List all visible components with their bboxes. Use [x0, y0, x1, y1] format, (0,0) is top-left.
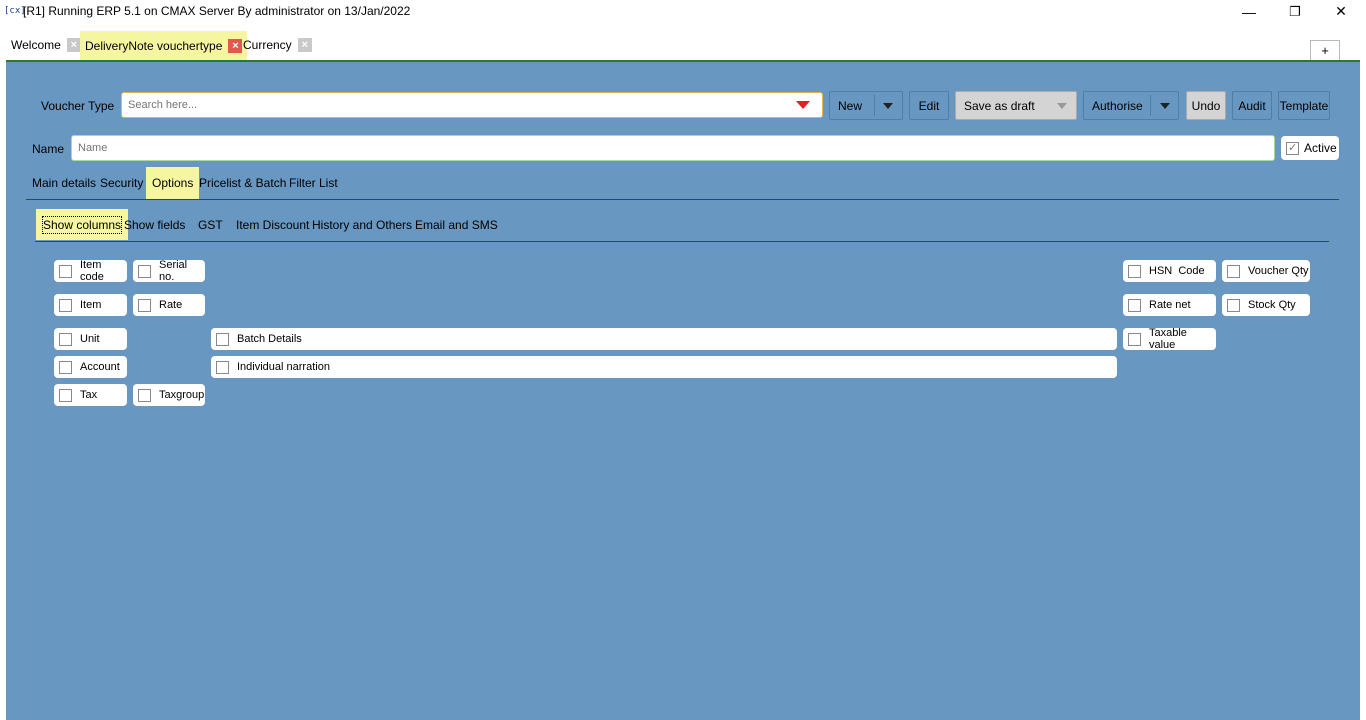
item-checkbox[interactable]: Item [54, 294, 127, 316]
tax-checkbox[interactable]: Tax [54, 384, 127, 406]
voucher-type-search-input[interactable] [121, 92, 823, 118]
title-bar: [cx] [R1] Running ERP 5.1 on CMAX Server… [0, 0, 1366, 23]
main-tabs-divider [26, 199, 1339, 200]
checkbox-label: Item code [80, 259, 104, 283]
dropdown-arrow-icon[interactable] [796, 101, 810, 109]
checkbox-icon[interactable] [138, 298, 151, 312]
item-code-checkbox[interactable]: Item code [54, 259, 127, 283]
rate-checkbox[interactable]: Rate [133, 294, 205, 316]
new-button-label: New [838, 98, 863, 113]
individual-narration-checkbox[interactable]: Individual narration [211, 356, 1117, 378]
checkbox-label: Taxable value [1149, 327, 1187, 351]
edit-button[interactable]: Edit [909, 91, 949, 120]
checkbox-label: Account [80, 361, 120, 373]
tab-gst[interactable]: GST [192, 209, 229, 240]
checkbox-icon[interactable] [59, 298, 72, 312]
checkbox-icon[interactable] [1227, 298, 1240, 312]
chevron-down-icon[interactable] [883, 103, 893, 109]
main-panel: Voucher Type New Edit Save as draft Auth… [6, 62, 1360, 720]
name-input[interactable] [71, 135, 1275, 161]
doc-tab-currency[interactable]: Currency × [238, 33, 317, 57]
checkbox-icon[interactable] [1286, 141, 1299, 155]
checkbox-label: Voucher Qty [1248, 265, 1309, 277]
taxgroup-checkbox[interactable]: Taxgroup [133, 384, 205, 406]
checkbox-label: Tax [80, 389, 98, 401]
voucher-type-label: Voucher Type [41, 99, 115, 113]
new-button[interactable]: New [829, 91, 903, 120]
active-checkbox[interactable]: Active [1281, 136, 1339, 160]
checkbox-label: Taxgroup [159, 389, 205, 401]
doc-tab-label: Welcome [11, 38, 61, 52]
hsn-code-checkbox[interactable]: HSN Code [1123, 260, 1216, 282]
doc-tab-deliverynote-vouchertype[interactable]: DeliveryNote vouchertype × [80, 31, 248, 60]
save-as-draft-button[interactable]: Save as draft [955, 91, 1077, 120]
document-tab-bar: Welcome × DeliveryNote vouchertype × Cur… [0, 23, 1366, 61]
doc-tab-welcome[interactable]: Welcome × [6, 33, 86, 57]
window-title: [R1] Running ERP 5.1 on CMAX Server By a… [23, 4, 411, 18]
add-tab-button[interactable]: + [1310, 40, 1340, 61]
checkbox-icon[interactable] [138, 388, 151, 402]
checkbox-icon[interactable] [1128, 298, 1141, 312]
tab-item-discount[interactable]: Item Discount [230, 209, 315, 240]
chevron-down-icon[interactable] [1057, 103, 1067, 109]
audit-button[interactable]: Audit [1232, 91, 1272, 120]
voucher-qty-checkbox[interactable]: Voucher Qty [1222, 260, 1310, 282]
active-label: Active [1304, 141, 1337, 155]
restore-icon[interactable]: ❐ [1272, 0, 1318, 23]
rate-net-checkbox[interactable]: Rate net [1123, 294, 1216, 316]
checkbox-icon[interactable] [59, 360, 72, 374]
tab-security[interactable]: Security [94, 167, 149, 199]
tab-email-and-sms[interactable]: Email and SMS [409, 209, 504, 240]
split-divider [874, 95, 875, 116]
tab-main-details[interactable]: Main details [26, 167, 102, 199]
tab-show-columns[interactable]: Show columns [36, 209, 129, 240]
close-window-icon[interactable]: ✕ [1318, 0, 1364, 23]
undo-button[interactable]: Undo [1186, 91, 1226, 120]
checkbox-icon[interactable] [1227, 264, 1240, 278]
sub-tabs-divider [35, 241, 1329, 242]
checkbox-label: Item [80, 299, 102, 311]
checkbox-label: Batch Details [237, 333, 302, 345]
tab-show-columns-label: Show columns [42, 215, 123, 234]
close-tab-icon[interactable]: × [297, 38, 312, 52]
checkbox-icon[interactable] [138, 264, 151, 278]
checkbox-label: Stock Qty [1248, 299, 1296, 311]
template-button[interactable]: Template [1278, 91, 1330, 120]
save-as-draft-label: Save as draft [964, 98, 1035, 113]
taxable-value-checkbox[interactable]: Taxable value [1123, 327, 1216, 351]
tab-pricelist-batch[interactable]: Pricelist & Batch [193, 167, 292, 199]
checkbox-label: Unit [80, 333, 100, 345]
doc-tab-label: DeliveryNote vouchertype [85, 38, 223, 53]
name-label: Name [32, 142, 65, 156]
checkbox-label: Rate net [1149, 299, 1191, 311]
tab-show-fields[interactable]: Show fields [118, 209, 191, 240]
tab-history-and-others[interactable]: History and Others [306, 209, 418, 240]
checkbox-icon[interactable] [59, 332, 72, 346]
checkbox-icon[interactable] [59, 388, 72, 402]
account-checkbox[interactable]: Account [54, 356, 127, 378]
checkbox-icon[interactable] [216, 360, 229, 374]
checkbox-icon[interactable] [1128, 332, 1141, 346]
checkbox-icon[interactable] [216, 332, 229, 346]
authorise-label: Authorise [1092, 98, 1143, 113]
serial-no-checkbox[interactable]: Serial no. [133, 259, 205, 283]
checkbox-icon[interactable] [1128, 264, 1141, 278]
tab-options[interactable]: Options [146, 167, 200, 199]
checkbox-label: Serial no. [159, 259, 188, 283]
doc-tab-label: Currency [243, 38, 292, 52]
minimize-icon[interactable]: — [1226, 0, 1272, 23]
checkbox-icon[interactable] [59, 264, 72, 278]
chevron-down-icon[interactable] [1160, 103, 1170, 109]
checkbox-label: Individual narration [237, 361, 330, 373]
close-tab-icon[interactable]: × [66, 38, 81, 52]
tab-filter-list[interactable]: Filter List [283, 167, 344, 199]
checkbox-label: HSN Code [1149, 265, 1205, 277]
split-divider [1150, 95, 1151, 116]
checkbox-label: Rate [159, 299, 183, 311]
stock-qty-checkbox[interactable]: Stock Qty [1222, 294, 1310, 316]
batch-details-checkbox[interactable]: Batch Details [211, 328, 1117, 350]
authorise-button[interactable]: Authorise [1083, 91, 1179, 120]
unit-checkbox[interactable]: Unit [54, 328, 127, 350]
